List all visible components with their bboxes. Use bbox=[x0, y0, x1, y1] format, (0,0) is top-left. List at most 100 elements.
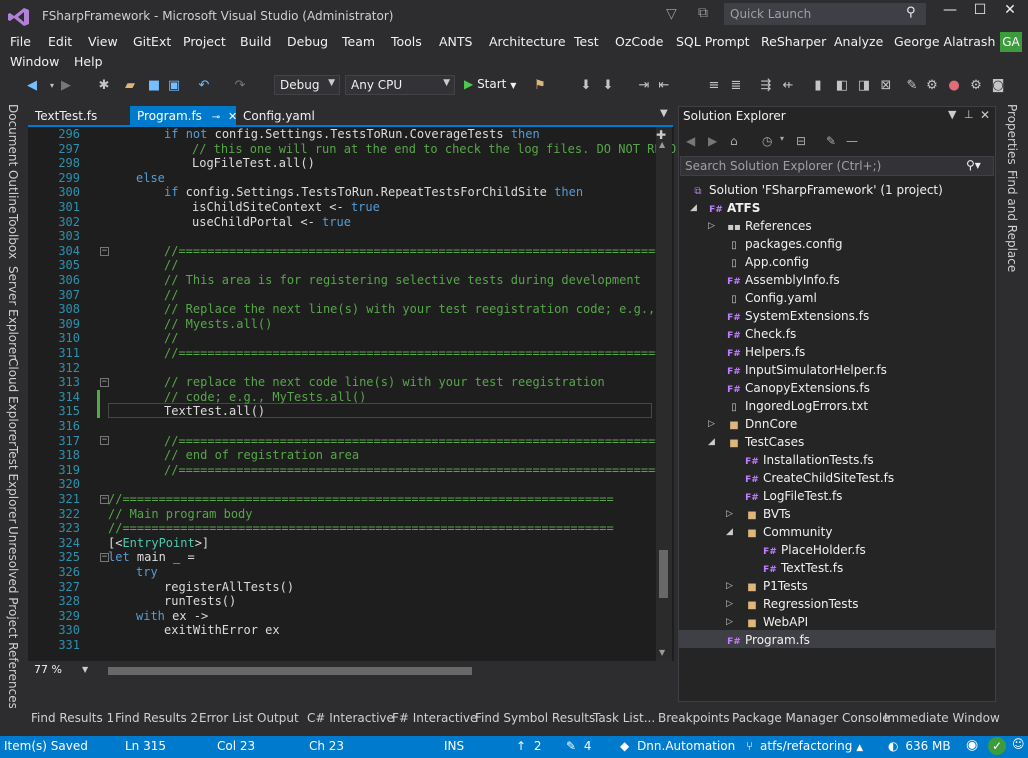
tree-item[interactable]: F# Program.fs bbox=[726, 631, 810, 649]
tree-item[interactable]: ■ Community bbox=[744, 523, 832, 541]
comment-icon[interactable]: ≡ bbox=[706, 78, 722, 94]
forward-icon[interactable]: ▶ bbox=[58, 78, 74, 94]
format-icon[interactable]: ⇥ bbox=[636, 78, 652, 94]
menu-gitext[interactable]: GitExt bbox=[133, 34, 171, 49]
tab-texttest-fs[interactable]: TextTest.fs bbox=[28, 106, 104, 126]
tree-item[interactable]: ▯ IngoredLogErrors.txt bbox=[726, 397, 868, 415]
close-icon[interactable]: ✕ bbox=[980, 108, 990, 122]
attach-icon[interactable]: ⚑ bbox=[532, 78, 548, 94]
tab-cloud-explorer[interactable]: Cloud Explorer bbox=[6, 358, 20, 446]
prev-bookmark-icon[interactable]: ◧ bbox=[834, 78, 850, 94]
tree-item[interactable]: ■ RegressionTests bbox=[744, 595, 858, 613]
tree-item[interactable]: F# ATFS bbox=[708, 199, 760, 217]
start-button[interactable]: ▶ Start ▼ bbox=[464, 77, 516, 91]
tab-package-manager-console[interactable]: Package Manager Console bbox=[732, 711, 890, 725]
tree-item[interactable]: F# SystemExtensions.fs bbox=[726, 307, 869, 325]
tab-server-explorer[interactable]: Server Explorer bbox=[6, 266, 20, 359]
menu-team[interactable]: Team bbox=[342, 34, 375, 49]
memory-icon[interactable]: ⚙ bbox=[924, 78, 940, 94]
tree-item[interactable]: ■ DnnCore bbox=[726, 415, 797, 433]
next-bookmark-icon[interactable]: ◨ bbox=[856, 78, 872, 94]
tab-find-symbol-results[interactable]: Find Symbol Results bbox=[475, 711, 595, 725]
status-push[interactable]: ↑ 2 bbox=[516, 739, 542, 753]
tab-toolbox[interactable]: Toolbox bbox=[6, 214, 20, 259]
menu-edit[interactable]: Edit bbox=[48, 34, 72, 49]
back-icon[interactable]: ◀ bbox=[24, 78, 40, 94]
tree-item[interactable]: F# PlaceHolder.fs bbox=[762, 541, 866, 559]
pin-icon[interactable]: ⊸ bbox=[212, 112, 220, 123]
tree-item[interactable]: ▪▪ References bbox=[726, 217, 811, 235]
chevron-down-icon[interactable]: ▾ bbox=[780, 134, 784, 143]
preview-icon[interactable]: — bbox=[846, 134, 858, 148]
clear-bookmarks-icon[interactable]: ⊠ bbox=[878, 78, 894, 94]
tree-item[interactable]: ⧉ Solution 'FSharpFramework' (1 project) bbox=[690, 181, 942, 199]
expanded-chevron-icon[interactable]: ◢ bbox=[726, 523, 733, 541]
menu-ants[interactable]: ANTS bbox=[439, 34, 472, 49]
pin-icon[interactable]: ⊥ bbox=[964, 108, 974, 121]
status-changes[interactable]: ✎ 4 bbox=[566, 739, 592, 753]
tree-item[interactable]: F# Helpers.fs bbox=[726, 343, 805, 361]
tree-item[interactable]: F# Check.fs bbox=[726, 325, 796, 343]
tab-document-outline[interactable]: Document Outline bbox=[6, 104, 20, 213]
menu-view[interactable]: View bbox=[88, 34, 118, 49]
forward-icon[interactable]: ▶ bbox=[708, 134, 717, 148]
spelling-icon[interactable]: ✎ bbox=[904, 78, 920, 94]
menu-help[interactable]: Help bbox=[74, 54, 103, 69]
fold-toggle-icon[interactable]: − bbox=[100, 378, 109, 387]
quick-launch-input[interactable]: Quick Launch bbox=[724, 3, 926, 25]
zoom-select[interactable]: 77 % bbox=[34, 663, 62, 676]
menu-resharper[interactable]: ReSharper bbox=[761, 34, 826, 49]
tab-error-list[interactable]: Error List bbox=[199, 711, 253, 725]
pending-changes-icon[interactable]: ◷ bbox=[762, 134, 772, 148]
save-all-icon[interactable]: ▣ bbox=[166, 78, 182, 94]
tab-unresolved-project-references[interactable]: Unresolved Project References bbox=[6, 526, 20, 709]
chevron-down-icon[interactable]: ▼ bbox=[82, 665, 88, 674]
collapsed-chevron-icon[interactable]: ▷ bbox=[726, 577, 733, 595]
tab-properties[interactable]: Properties bbox=[1005, 104, 1019, 165]
feedback-icon[interactable]: ☺ bbox=[1012, 737, 1025, 751]
status-repository[interactable]: ◆ Dnn.Automation bbox=[620, 739, 735, 753]
fold-toggle-icon[interactable]: − bbox=[100, 436, 109, 445]
settings-icon[interactable]: ⚙ bbox=[968, 78, 984, 94]
home-icon[interactable]: ⌂ bbox=[730, 134, 738, 148]
feedback-icon[interactable]: ⧉ bbox=[698, 5, 716, 23]
check-icon[interactable]: ✓ bbox=[988, 737, 1006, 755]
menu-test[interactable]: Test bbox=[574, 34, 599, 49]
user-name[interactable]: George Alatrash bbox=[894, 34, 995, 49]
tab-output[interactable]: Output bbox=[257, 711, 299, 725]
vertical-scroll-thumb[interactable] bbox=[659, 550, 668, 598]
scroll-up-icon[interactable]: ▲ bbox=[659, 140, 665, 149]
outdent-icon[interactable]: ⇤ bbox=[656, 78, 672, 94]
tree-item[interactable]: ■ P1Tests bbox=[744, 577, 808, 595]
tree-item[interactable]: F# InputSimulatorHelper.fs bbox=[726, 361, 887, 379]
tab-task-list[interactable]: Task List... bbox=[593, 711, 655, 725]
tab-csharp-interactive[interactable]: C# Interactive bbox=[307, 711, 394, 725]
tree-item[interactable]: ■ WebAPI bbox=[744, 613, 808, 631]
tree-item[interactable]: F# CreateChildSiteTest.fs bbox=[744, 469, 894, 487]
tree-item[interactable]: ■ BVTs bbox=[744, 505, 790, 523]
uncomment-icon[interactable]: ≣ bbox=[728, 78, 744, 94]
menu-architecture[interactable]: Architecture bbox=[489, 34, 566, 49]
properties-icon[interactable]: ✎ bbox=[826, 134, 836, 148]
back-icon[interactable]: ◀ bbox=[686, 134, 695, 148]
avatar[interactable]: GA bbox=[1000, 32, 1022, 52]
solution-configuration-select[interactable]: Debug ▼ bbox=[274, 75, 340, 95]
expanded-chevron-icon[interactable]: ◢ bbox=[708, 433, 715, 451]
unindent-icon[interactable]: ⇷ bbox=[780, 78, 796, 94]
menu-ozcode[interactable]: OzCode bbox=[615, 34, 663, 49]
menu-file[interactable]: File bbox=[10, 34, 31, 49]
save-icon[interactable]: ■ bbox=[146, 78, 162, 94]
indent-icon[interactable]: ⇶ bbox=[758, 78, 774, 94]
tree-item[interactable]: F# InstallationTests.fs bbox=[744, 451, 874, 469]
solution-search-input[interactable]: Search Solution Explorer (Ctrl+;) bbox=[680, 156, 994, 176]
horizontal-scroll-thumb[interactable] bbox=[108, 667, 472, 675]
open-folder-icon[interactable]: ▰ bbox=[122, 78, 138, 94]
camera-icon[interactable]: ◙ bbox=[990, 78, 1006, 94]
collapsed-chevron-icon[interactable]: ▷ bbox=[726, 595, 733, 613]
tree-item[interactable]: F# CanopyExtensions.fs bbox=[726, 379, 870, 397]
fold-toggle-icon[interactable]: − bbox=[100, 247, 109, 256]
status-branch[interactable]: ⑂ atfs/refactoring ▲ bbox=[746, 739, 863, 753]
menu-sql-prompt[interactable]: SQL Prompt bbox=[676, 34, 750, 49]
minimize-button[interactable]: — bbox=[936, 2, 964, 26]
tab-find-and-replace[interactable]: Find and Replace bbox=[1005, 170, 1019, 272]
